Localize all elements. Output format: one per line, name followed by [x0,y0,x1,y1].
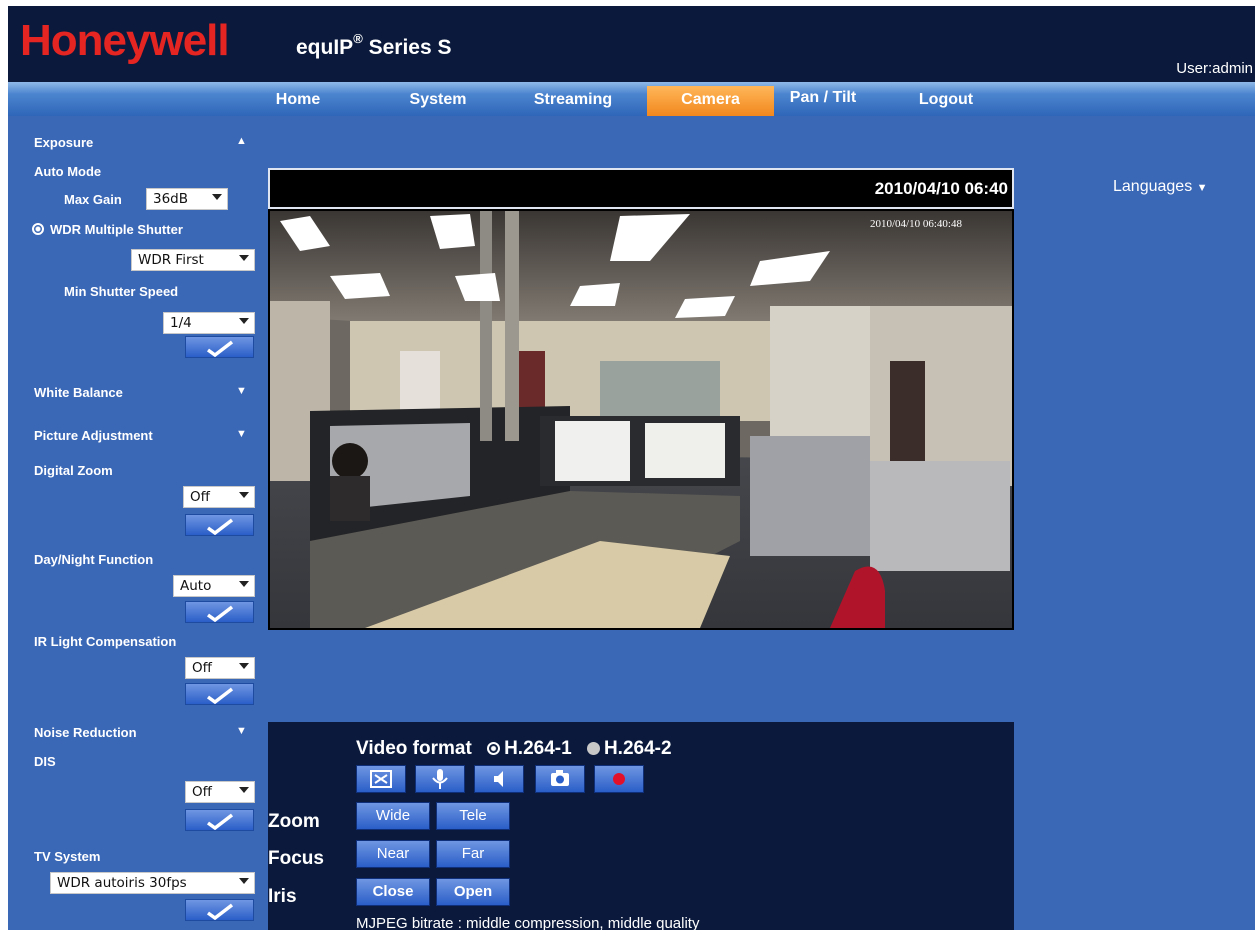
record-button[interactable] [594,765,644,793]
expand-down-icon[interactable]: ▼ [236,385,247,397]
checkmark-icon [206,340,234,357]
product-series: Series S [362,36,452,59]
max-gain-value: 36dB [153,191,189,207]
ir-compensation-value: Off [192,660,212,676]
iris-open-button[interactable]: Open [436,878,510,906]
min-shutter-select[interactable]: 1/4 [163,312,255,334]
languages-menu[interactable]: Languages ▼ [1113,178,1208,196]
dis-value: Off [192,784,212,800]
speaker-button[interactable] [474,765,524,793]
format-2-radio[interactable] [586,742,600,755]
ir-apply-button[interactable] [185,683,254,705]
day-night-apply-button[interactable] [185,601,254,623]
digital-zoom-apply-button[interactable] [185,514,254,536]
nav-home[interactable]: Home [262,86,334,116]
zoom-tele-button[interactable]: Tele [436,802,510,830]
fullscreen-button[interactable] [356,765,406,793]
picture-adjustment-header[interactable]: Picture Adjustment [34,428,153,443]
expand-down-icon[interactable]: ▼ [236,428,247,440]
chevron-down-icon: ▼ [1196,182,1208,194]
max-gain-select[interactable]: 36dB [146,188,228,210]
exposure-apply-button[interactable] [185,336,254,358]
exposure-header[interactable]: Exposure [34,135,93,150]
format-1-radio[interactable] [487,742,501,755]
tv-system-value: WDR autoiris 30fps [57,875,187,891]
min-shutter-label: Min Shutter Speed [64,284,179,299]
dis-apply-button[interactable] [185,809,254,831]
user-label: User:admin [1176,60,1253,77]
day-night-select[interactable]: Auto [173,575,255,597]
wdr-select[interactable]: WDR First [131,249,255,271]
format-2-label[interactable]: H.264-2 [604,738,672,759]
ir-compensation-select[interactable]: Off [185,657,255,679]
languages-label: Languages [1113,178,1193,195]
digital-zoom-value: Off [190,489,210,505]
product-title: equIP® Series S [296,31,452,60]
video-date-bar: 2010/04/10 06:40 [268,168,1014,209]
honeywell-logo: Honeywell [20,16,230,65]
video-datetime: 2010/04/10 06:40 [874,179,1008,198]
day-night-value: Auto [180,578,212,594]
nav-bar: Home System Streaming Camera Pan / Tilt … [8,82,1255,116]
mjpeg-bitrate-text: MJPEG bitrate : middle compression, midd… [356,915,700,930]
zoom-label: Zoom [268,811,320,832]
iris-close-button[interactable]: Close [356,878,430,906]
wdr-radio-row[interactable]: WDR Multiple Shutter [32,222,183,237]
video-format-label: Video format [356,738,472,759]
tv-system-select[interactable]: WDR autoiris 30fps [50,872,255,894]
registered-mark: ® [353,31,363,46]
format-1-label[interactable]: H.264-1 [504,738,572,759]
camera-video-feed[interactable]: 2010/04/10 06:40:48 [268,209,1014,630]
ir-compensation-label: IR Light Compensation [34,634,177,649]
nav-logout[interactable]: Logout [906,86,986,116]
video-format-row: Video format H.264-1 H.264-2 [356,738,672,760]
focus-far-button[interactable]: Far [436,840,510,868]
digital-zoom-select[interactable]: Off [183,486,255,508]
microphone-button[interactable] [415,765,465,793]
product-name: equIP [296,36,354,59]
zoom-wide-button[interactable]: Wide [356,802,430,830]
snapshot-button[interactable] [535,765,585,793]
digital-zoom-label: Digital Zoom [34,463,113,478]
expand-down-icon[interactable]: ▼ [236,725,247,737]
video-frame-image: 2010/04/10 06:40:48 [270,211,1012,628]
tv-system-apply-button[interactable] [185,899,254,921]
wdr-value: WDR First [138,252,204,268]
white-balance-header[interactable]: White Balance [34,385,123,400]
app-window: Honeywell equIP® Series S User:admin Hom… [0,0,1255,930]
max-gain-label: Max Gain [64,192,122,207]
sidebar: Exposure ▲ Auto Mode Max Gain 36dB WDR M… [18,116,258,930]
focus-label: Focus [268,848,324,869]
checkmark-icon [206,687,234,704]
fullscreen-icon [370,770,392,788]
nav-system[interactable]: System [393,86,483,116]
radio-selected-icon[interactable] [32,223,44,235]
focus-near-button[interactable]: Near [356,840,430,868]
checkmark-icon [206,518,234,535]
day-night-label: Day/Night Function [34,552,154,567]
min-shutter-value: 1/4 [170,315,192,331]
noise-reduction-header[interactable]: Noise Reduction [34,725,137,740]
nav-camera[interactable]: Camera [647,86,774,116]
nav-streaming[interactable]: Streaming [518,86,628,116]
auto-mode-label: Auto Mode [34,164,102,179]
nav-pan-tilt[interactable]: Pan / Tilt [778,84,868,114]
speaker-icon [494,771,503,787]
dis-label: DIS [34,754,56,769]
camera-icon [551,770,569,786]
iris-label: Iris [268,886,297,907]
checkmark-icon [206,605,234,622]
video-control-panel: Video format H.264-1 H.264-2 Zoom Wide T… [268,722,1014,930]
record-icon [613,773,625,785]
video-overlay-timestamp: 2010/04/10 06:40:48 [870,218,962,230]
dis-select[interactable]: Off [185,781,255,803]
tv-system-label: TV System [34,849,101,864]
microphone-icon [432,769,448,789]
collapse-up-icon[interactable]: ▲ [236,135,247,147]
checkmark-icon [206,903,234,920]
header: Honeywell equIP® Series S User:admin [8,6,1255,82]
wdr-label: WDR Multiple Shutter [50,222,183,237]
checkmark-icon [206,813,234,830]
